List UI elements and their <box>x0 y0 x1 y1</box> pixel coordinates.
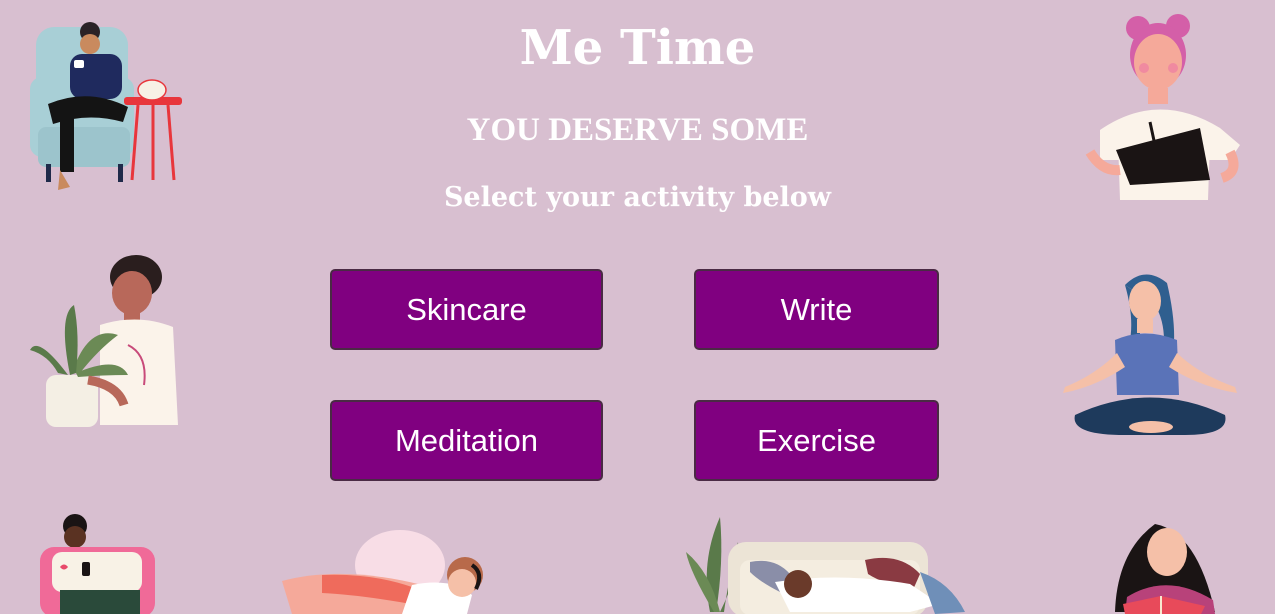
meditation-button[interactable]: Meditation <box>330 400 603 481</box>
write-button[interactable]: Write <box>694 269 939 350</box>
journal-writing-illustration <box>1080 10 1255 210</box>
meditating-woman-illustration <box>1055 265 1250 440</box>
exercise-button[interactable]: Exercise <box>694 400 939 481</box>
plant-care-illustration <box>28 255 183 435</box>
sofa-reading-illustration <box>680 512 980 614</box>
tea-armchair-illustration <box>28 12 188 192</box>
skincare-button[interactable]: Skincare <box>330 269 603 350</box>
book-reading-illustration <box>1105 512 1230 614</box>
phone-armchair-illustration <box>38 512 158 614</box>
headphones-relaxing-illustration <box>262 525 502 614</box>
